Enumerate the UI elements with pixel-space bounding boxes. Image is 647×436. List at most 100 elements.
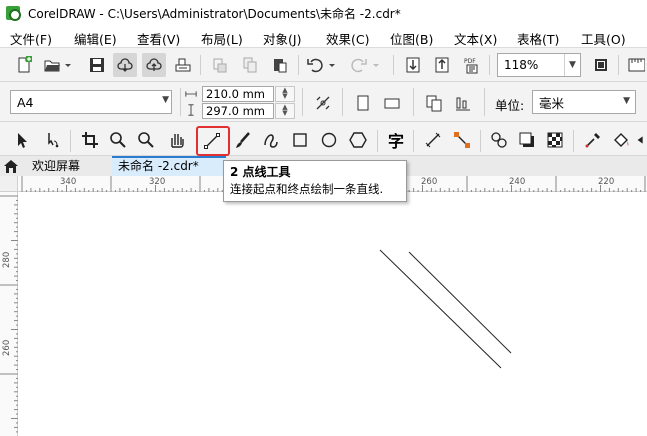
zoom-tool-icon[interactable] [106, 128, 130, 152]
connector-tool-icon[interactable] [450, 128, 474, 152]
menu-table[interactable]: 表格(T) [517, 29, 559, 48]
blend-tool-icon[interactable] [487, 128, 511, 152]
cloud-export-icon[interactable] [142, 53, 166, 77]
toolbar-separator [298, 55, 299, 75]
tab-document[interactable]: 未命名 -2.cdr* [112, 156, 226, 176]
save-icon[interactable] [85, 53, 109, 77]
menu-edit[interactable]: 编辑(E) [74, 29, 117, 48]
units-select[interactable]: 毫米 ▼ [532, 90, 636, 114]
ruler-label: 340 [60, 177, 77, 187]
drawn-line[interactable] [379, 249, 502, 369]
ruler-label: 240 [509, 177, 526, 187]
menu-object[interactable]: 对象(J) [263, 29, 301, 48]
transparency-tool-icon[interactable] [543, 128, 567, 152]
crop-tool-icon[interactable] [78, 128, 102, 152]
page-width-field[interactable]: 210.0 mm [202, 86, 274, 102]
zoom-dropdown-icon[interactable]: ▼ [564, 54, 580, 76]
landscape-icon[interactable] [380, 91, 404, 115]
toolbar-separator [480, 130, 481, 152]
parallel-dimension-tool-icon[interactable] [421, 128, 445, 152]
print-icon[interactable] [171, 53, 195, 77]
smart-drawing-tool-icon[interactable] [259, 128, 283, 152]
paper-type-icon[interactable] [311, 91, 335, 115]
paste-icon[interactable] [268, 53, 292, 77]
current-page-icon[interactable] [451, 91, 475, 115]
shape-tool-icon[interactable] [40, 128, 64, 152]
menu-bitmaps[interactable]: 位图(B) [390, 29, 433, 48]
eyedropper-tool-icon[interactable] [581, 128, 605, 152]
zoom-out-tool-icon[interactable] [134, 128, 158, 152]
menu-tools[interactable]: 工具(O) [581, 29, 626, 48]
window-title: CorelDRAW - C:\Users\Administrator\Docum… [28, 6, 401, 21]
coreldraw-logo-icon [6, 6, 21, 21]
page-height-field[interactable]: 297.0 mm [202, 103, 274, 119]
full-screen-icon[interactable] [589, 53, 613, 77]
vertical-ruler[interactable]: 280 260 [0, 176, 18, 436]
ruler-label: 260 [421, 177, 438, 187]
ellipse-tool-icon[interactable] [317, 128, 341, 152]
rulers-icon[interactable] [624, 53, 647, 77]
publish-pdf-icon[interactable]: PDF [460, 53, 484, 77]
chevron-down-icon: ▼ [162, 95, 169, 105]
pick-tool-icon[interactable] [10, 128, 34, 152]
pdf-label: PDF [464, 58, 476, 65]
toolbar-separator [393, 55, 394, 75]
toolbar-separator [413, 88, 414, 116]
import-icon[interactable] [401, 53, 425, 77]
zoom-level-combobox[interactable]: 118% ▼ [497, 53, 581, 77]
menu-text[interactable]: 文本(X) [454, 29, 497, 48]
export-icon[interactable] [430, 53, 454, 77]
page-size-select[interactable]: A4 ▼ [10, 90, 172, 114]
pan-tool-icon[interactable] [164, 128, 188, 152]
tooltip-description: 连接起点和终点绘制一条直线. [230, 182, 384, 196]
menu-view[interactable]: 查看(V) [137, 29, 180, 48]
toolbar-separator [618, 55, 619, 75]
interactive-fill-tool-icon[interactable] [609, 128, 633, 152]
tab-welcome-screen[interactable]: 欢迎屏幕 [26, 156, 86, 176]
rectangle-tool-icon[interactable] [288, 128, 312, 152]
toolbar-separator [302, 88, 303, 116]
ruler-origin-corner[interactable] [0, 176, 18, 192]
portrait-icon[interactable] [351, 91, 375, 115]
redo-icon[interactable] [347, 53, 371, 77]
more-tools-icon[interactable] [634, 128, 647, 152]
highlight-box [196, 126, 230, 156]
page-height-icon [184, 103, 198, 117]
drop-shadow-tool-icon[interactable] [515, 128, 539, 152]
width-spinner[interactable]: ▲ ▼ [275, 86, 295, 102]
menu-layout[interactable]: 布局(L) [201, 29, 243, 48]
all-pages-icon[interactable] [422, 91, 446, 115]
undo-icon[interactable] [303, 53, 327, 77]
ruler-label: 260 [2, 339, 12, 356]
toolbar-separator [573, 130, 574, 152]
title-bar: CorelDRAW - C:\Users\Administrator\Docum… [0, 0, 647, 26]
drawn-line[interactable] [408, 251, 512, 354]
artistic-media-tool-icon[interactable] [231, 128, 255, 152]
ruler-label: 320 [149, 177, 166, 187]
drawing-canvas[interactable] [19, 193, 647, 436]
tooltip-title: 2 点线工具 [230, 165, 291, 179]
open-folder-icon[interactable] [40, 53, 64, 77]
new-document-icon[interactable] [12, 53, 36, 77]
menu-file[interactable]: 文件(F) [10, 29, 52, 48]
ruler-label: 280 [2, 251, 12, 268]
home-icon[interactable] [2, 158, 20, 174]
page-width-icon [184, 87, 198, 101]
polygon-tool-icon[interactable] [346, 128, 370, 152]
copy-icon[interactable] [238, 53, 262, 77]
toolbar-separator [377, 130, 378, 152]
toolbar-separator [70, 130, 71, 152]
height-spinner[interactable]: ▲ ▼ [275, 103, 295, 119]
cloud-import-icon[interactable] [113, 53, 137, 77]
menu-effects[interactable]: 效果(C) [326, 29, 369, 48]
toolbar-separator [484, 88, 485, 116]
open-dropdown-icon[interactable] [62, 53, 74, 77]
cut-icon[interactable] [208, 53, 232, 77]
text-tool-icon[interactable]: 字 [384, 128, 408, 152]
redo-dropdown-icon[interactable] [370, 53, 382, 77]
toolbar-separator [200, 55, 201, 75]
undo-dropdown-icon[interactable] [326, 53, 338, 77]
vertical-ruler-ticks [0, 195, 18, 433]
units-label: 单位: [495, 98, 525, 113]
toolbar-separator [413, 130, 414, 152]
